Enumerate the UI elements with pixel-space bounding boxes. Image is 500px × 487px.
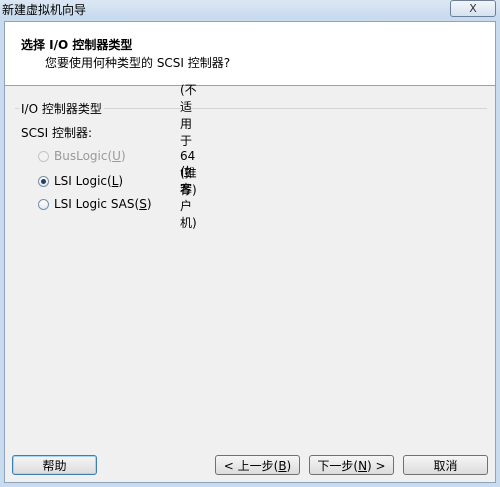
radio-lsi-logic-sas-label: LSI Logic SAS(S)	[54, 197, 152, 211]
scsi-controller-label: SCSI 控制器:	[21, 126, 93, 140]
window-title: 新建虚拟机向导	[2, 3, 87, 17]
close-button[interactable]: X	[450, 0, 496, 17]
page-subtitle: 您要使用何种类型的 SCSI 控制器?	[45, 56, 231, 70]
help-button-label: 帮助	[42, 458, 67, 473]
page-title: 选择 I/O 控制器类型	[21, 38, 133, 52]
back-button[interactable]: < 上一步(B)	[215, 455, 300, 475]
radio-lsi-logic-sas-circle[interactable]	[38, 198, 49, 210]
wizard-body: 选择 I/O 控制器类型 您要使用何种类型的 SCSI 控制器? I/O 控制器…	[4, 21, 496, 483]
radio-buslogic[interactable]: BusLogic(U) (不适用于 64 位客户机)	[38, 83, 197, 230]
next-button[interactable]: 下一步(N) >	[309, 455, 394, 475]
wizard-header: 选择 I/O 控制器类型 您要使用何种类型的 SCSI 控制器?	[5, 22, 495, 86]
back-button-label: < 上一步(B)	[223, 458, 292, 473]
radio-lsi-logic[interactable]: LSI Logic(L) (推荐)	[38, 166, 197, 197]
cancel-button-label: 取消	[433, 458, 458, 473]
wizard-window: 新建虚拟机向导 X 选择 I/O 控制器类型 您要使用何种类型的 SCSI 控制…	[0, 0, 500, 487]
help-button[interactable]: 帮助	[12, 455, 97, 475]
radio-lsi-logic-label: LSI Logic(L)	[54, 174, 124, 188]
radio-lsi-logic-note: (推荐)	[180, 166, 197, 197]
close-icon: X	[469, 2, 477, 15]
radio-buslogic-label: BusLogic(U)	[54, 149, 126, 163]
next-button-label: 下一步(N) >	[317, 458, 386, 473]
radio-buslogic-note: (不适用于 64 位客户机)	[180, 83, 197, 230]
radio-lsi-logic-circle[interactable]	[38, 175, 49, 187]
radio-lsi-logic-sas[interactable]: LSI Logic SAS(S)	[38, 196, 152, 212]
group-label: I/O 控制器类型	[19, 100, 104, 117]
cancel-button[interactable]: 取消	[403, 455, 488, 475]
title-bar: 新建虚拟机向导 X	[0, 0, 500, 18]
radio-buslogic-circle[interactable]	[38, 150, 49, 162]
